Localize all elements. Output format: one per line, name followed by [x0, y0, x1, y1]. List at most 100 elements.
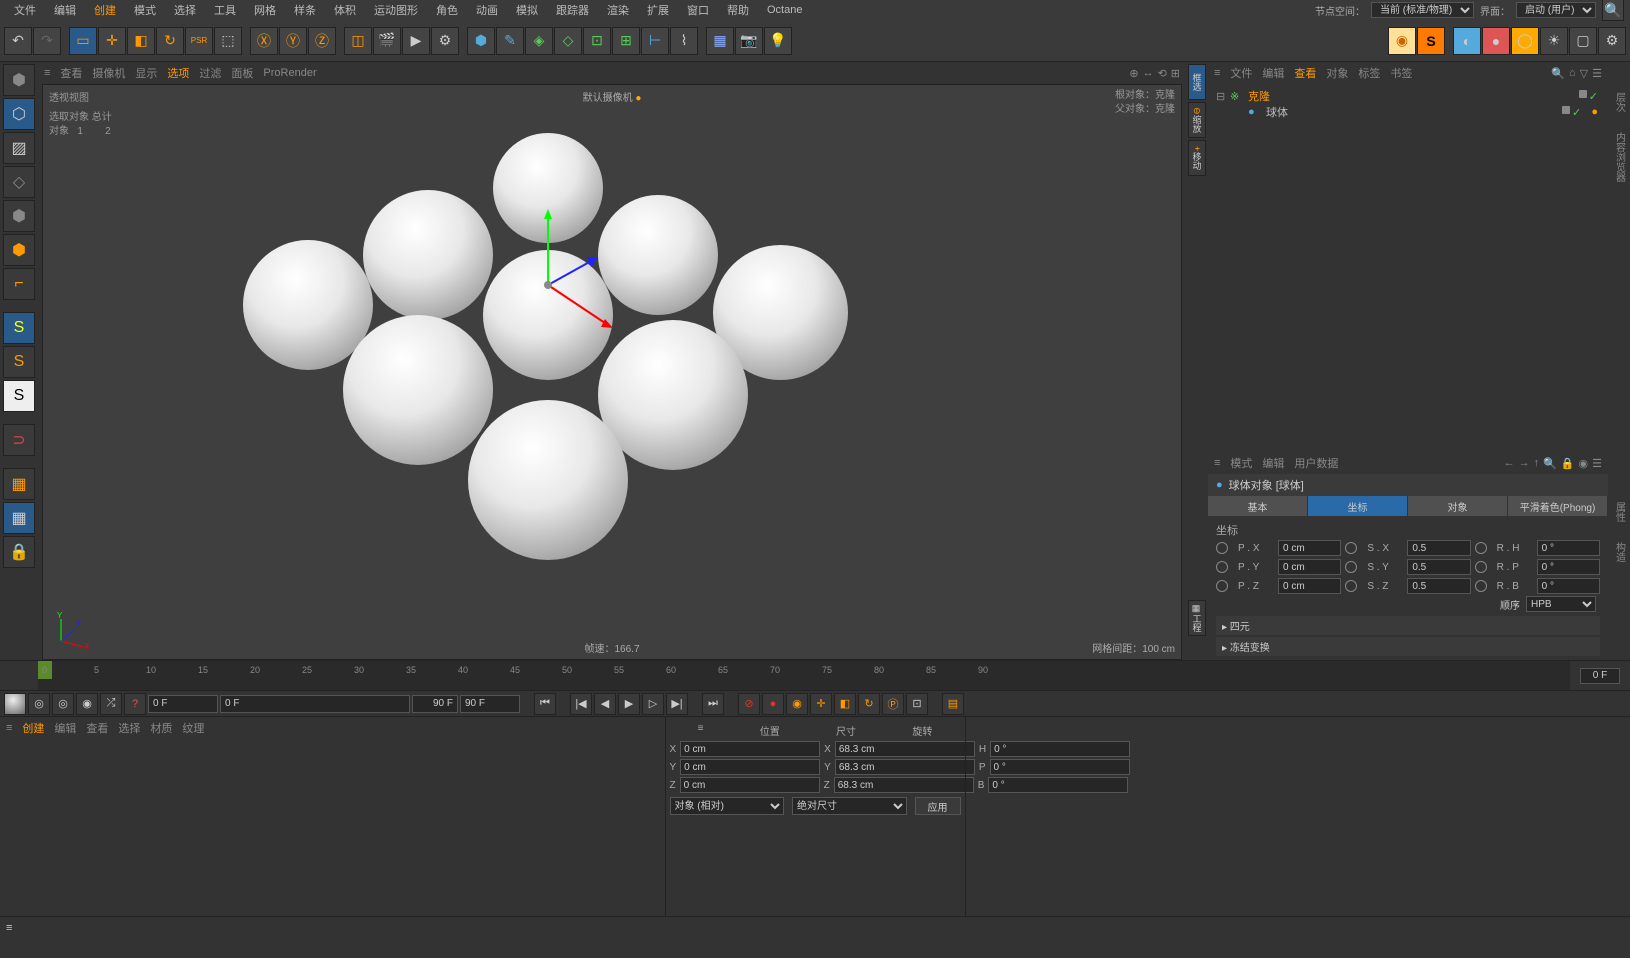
hamburger-icon[interactable]: ≡: [698, 723, 704, 738]
vtab-structure[interactable]: 构造: [1610, 532, 1629, 572]
anim-radio[interactable]: [1475, 561, 1487, 573]
key-param-icon[interactable]: Ⓟ: [882, 693, 904, 715]
magnet-tool-icon[interactable]: ⊃: [3, 424, 35, 456]
vp-nav-4-icon[interactable]: ⊞: [1171, 67, 1180, 80]
scale-tool-icon[interactable]: ◧: [127, 27, 155, 55]
menu-window[interactable]: 窗口: [679, 0, 717, 20]
input-sx[interactable]: [1407, 540, 1470, 556]
om-tab-objects[interactable]: 对象: [1326, 65, 1348, 81]
workplane-icon[interactable]: ◇: [3, 166, 35, 198]
rs-settings-icon[interactable]: ⚙: [1598, 27, 1626, 55]
timeline-ruler[interactable]: 051015202530354045505560657075808590: [38, 661, 1570, 690]
om-home-icon[interactable]: ⌂: [1569, 67, 1576, 80]
input-rb[interactable]: [1537, 578, 1600, 594]
input-py[interactable]: [1278, 559, 1341, 575]
preset-b-icon[interactable]: ◎: [52, 693, 74, 715]
om-tab-edit[interactable]: 编辑: [1262, 65, 1284, 81]
light-icon[interactable]: 💡: [764, 27, 792, 55]
anim-radio[interactable]: [1345, 561, 1357, 573]
material-list[interactable]: [0, 739, 665, 916]
expand-icon[interactable]: ⊟: [1216, 90, 1226, 103]
redo-icon[interactable]: ↷: [33, 27, 61, 55]
uv-mode-icon[interactable]: ⬢: [3, 200, 35, 232]
rs-sun-icon[interactable]: ☀: [1540, 27, 1568, 55]
preset-c-icon[interactable]: ◉: [76, 693, 98, 715]
menu-spline[interactable]: 样条: [286, 0, 324, 20]
vp-tab-filter[interactable]: 过滤: [199, 65, 221, 81]
frame-start-input[interactable]: [148, 695, 218, 713]
timeline-end-input[interactable]: [1580, 668, 1620, 684]
attr-tab-mode[interactable]: 模式: [1230, 455, 1252, 471]
goto-end-icon[interactable]: ⏭: [702, 693, 724, 715]
magnet-icon[interactable]: ⌇: [670, 27, 698, 55]
rs-shading-icon[interactable]: ◐: [1453, 27, 1481, 55]
vp-tab-display[interactable]: 显示: [135, 65, 157, 81]
nav-zoom[interactable]: ⊖缩放: [1188, 102, 1206, 138]
mat-tab-create[interactable]: 创建: [22, 720, 44, 736]
mat-tab-view[interactable]: 查看: [86, 720, 108, 736]
camera-icon[interactable]: 📷: [735, 27, 763, 55]
subtab-coord[interactable]: 坐标: [1308, 496, 1408, 516]
cp-py[interactable]: [680, 759, 820, 775]
locked-icon[interactable]: 🔒: [3, 536, 35, 568]
status-hamburger-icon[interactable]: ≡: [6, 922, 12, 934]
vp-tab-view[interactable]: 查看: [60, 65, 82, 81]
spline-icon[interactable]: ✎: [496, 27, 524, 55]
vtab-content[interactable]: 内容浏览器: [1610, 122, 1629, 192]
nodespace-select[interactable]: 当前 (标准/物理): [1371, 2, 1474, 18]
next-frame-icon[interactable]: ▷: [642, 693, 664, 715]
anim-radio[interactable]: [1216, 580, 1228, 592]
attr-up-icon[interactable]: ↑: [1534, 457, 1540, 470]
vp-tab-panel[interactable]: 面板: [231, 65, 253, 81]
vtab-attributes[interactable]: 属性: [1610, 492, 1629, 532]
search-icon[interactable]: 🔍: [1602, 0, 1624, 21]
timeline[interactable]: 051015202530354045505560657075808590: [0, 660, 1630, 690]
vp-tab-options[interactable]: 选项: [167, 65, 189, 81]
octane-icon[interactable]: S: [1417, 27, 1445, 55]
object-row-cloner[interactable]: ⊟ ※ 克隆 ✓: [1212, 88, 1604, 104]
order-select[interactable]: HPB: [1526, 596, 1596, 612]
timeline-view-icon[interactable]: ▤: [942, 693, 964, 715]
menu-help[interactable]: 帮助: [719, 0, 757, 20]
floor-icon[interactable]: ▦: [706, 27, 734, 55]
cp-apply-button[interactable]: 应用: [915, 797, 961, 815]
render-region-icon[interactable]: ▶: [402, 27, 430, 55]
layout-select[interactable]: 启动 (用户): [1516, 2, 1596, 18]
frame-current-input[interactable]: [220, 695, 410, 713]
move-tool-icon[interactable]: ✛: [98, 27, 126, 55]
menu-octane[interactable]: Octane: [759, 2, 810, 18]
coord-sys-icon[interactable]: ◫: [344, 27, 372, 55]
subtab-object[interactable]: 对象: [1408, 496, 1508, 516]
om-hamburger-icon[interactable]: ≡: [1214, 67, 1220, 79]
cp-pz[interactable]: [680, 777, 820, 793]
snap-c-icon[interactable]: S: [3, 380, 35, 412]
key-rot-icon[interactable]: ↻: [858, 693, 880, 715]
z-axis-icon[interactable]: Ⓩ: [308, 27, 336, 55]
attr-pin-icon[interactable]: ◉: [1579, 457, 1589, 470]
cp-mode-select[interactable]: 对象 (相对): [670, 797, 785, 815]
vtab-hierarchy[interactable]: 层次: [1610, 82, 1629, 122]
select-tool-icon[interactable]: ▭: [69, 27, 97, 55]
om-tab-bookmarks[interactable]: 书签: [1390, 65, 1412, 81]
om-view-icon[interactable]: ☰: [1592, 67, 1602, 80]
record-icon[interactable]: ⊘: [738, 693, 760, 715]
anim-radio[interactable]: [1216, 542, 1228, 554]
menu-extensions[interactable]: 扩展: [639, 0, 677, 20]
edge-mode-icon[interactable]: ⌐: [3, 268, 35, 300]
menu-animate[interactable]: 动画: [468, 0, 506, 20]
anim-radio[interactable]: [1216, 561, 1228, 573]
help-icon[interactable]: ?: [124, 693, 146, 715]
prev-frame-icon[interactable]: ◀: [594, 693, 616, 715]
preset-a-icon[interactable]: ◎: [28, 693, 50, 715]
x-axis-icon[interactable]: Ⓧ: [250, 27, 278, 55]
key-scale-icon[interactable]: ◧: [834, 693, 856, 715]
section-quaternion[interactable]: ▸ 四元: [1216, 616, 1600, 635]
attr-search-icon[interactable]: 🔍: [1543, 457, 1557, 470]
menu-create[interactable]: 创建: [86, 0, 124, 20]
cp-sy[interactable]: [835, 759, 975, 775]
generator-icon[interactable]: ◈: [525, 27, 553, 55]
nav-move[interactable]: +移动: [1188, 140, 1206, 176]
cp-size-select[interactable]: 绝对尺寸: [792, 797, 907, 815]
texture-mode-icon[interactable]: ▨: [3, 132, 35, 164]
om-tab-tags[interactable]: 标签: [1358, 65, 1380, 81]
